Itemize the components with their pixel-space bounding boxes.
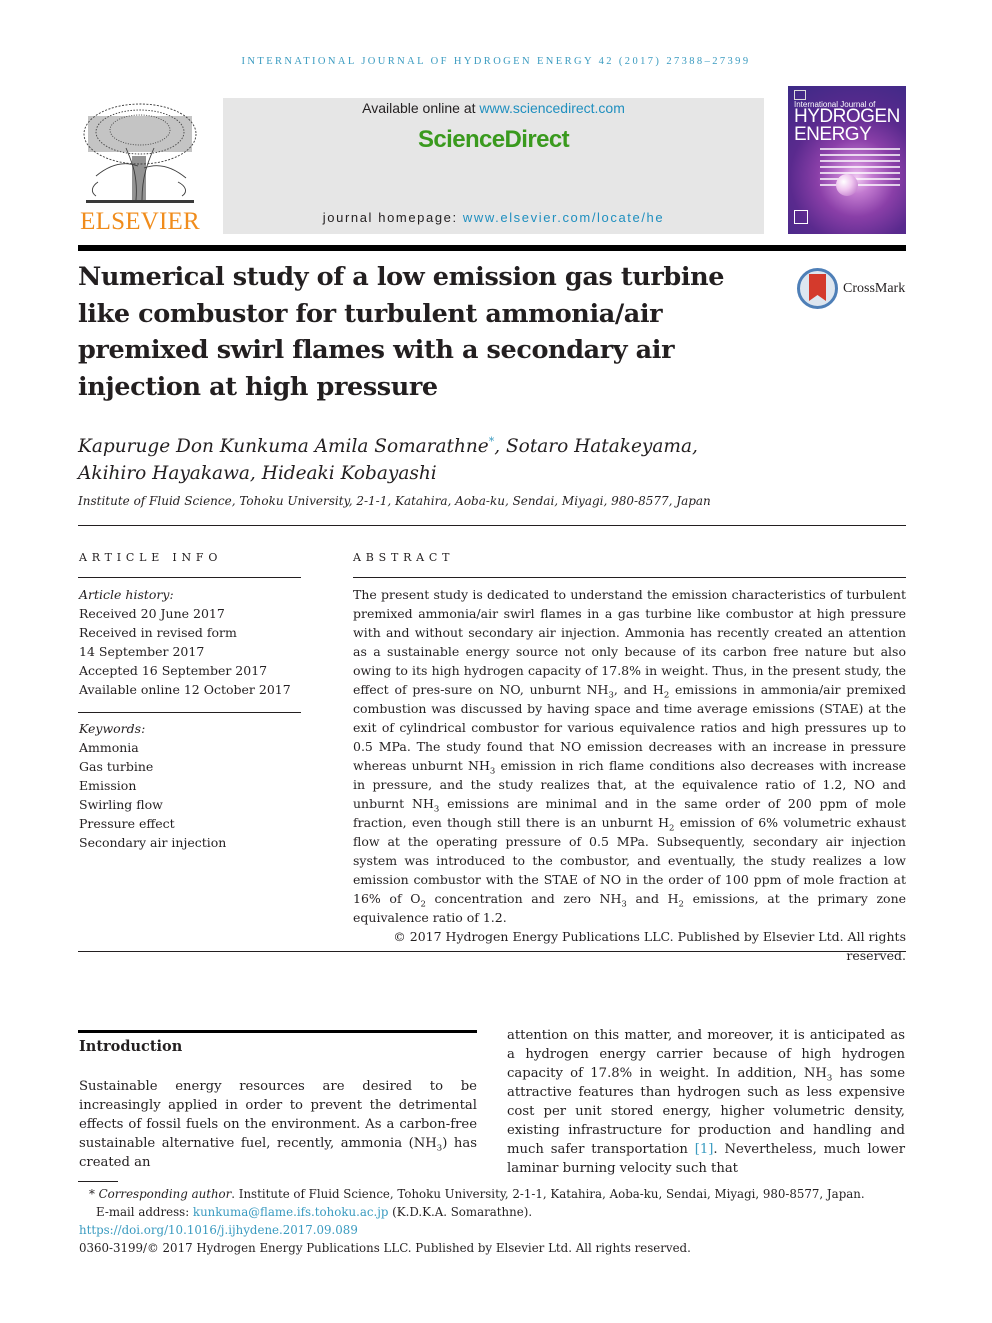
journal-homepage-link[interactable]: www.elsevier.com/locate/he — [463, 210, 664, 225]
affiliation-divider — [78, 525, 906, 526]
email-note: E-mail address: kunkuma@flame.ifs.tohoku… — [96, 1205, 533, 1219]
journal-cover-image[interactable]: International Journal of HYDROGEN ENERGY — [788, 86, 906, 234]
elsevier-wordmark: ELSEVIER — [80, 208, 200, 235]
sciencedirect-logo[interactable]: ScienceDirect — [223, 126, 764, 154]
doi-link[interactable]: https://doi.org/10.1016/j.ijhydene.2017.… — [79, 1223, 358, 1237]
journal-homepage-line: journal homepage: www.elsevier.com/locat… — [223, 210, 764, 225]
cover-publisher-badge-icon — [794, 90, 806, 100]
abstract-text: The present study is dedicated to unders… — [353, 587, 907, 925]
cover-title-main: HYDROGEN ENERGY — [794, 107, 900, 145]
history-item: 14 September 2017 — [79, 644, 205, 659]
running-head: International Journal of Hydrogen Energy… — [241, 56, 751, 67]
cover-ihe-badge-icon — [794, 210, 808, 224]
footnotes: * Corresponding author. Institute of Flu… — [79, 1185, 909, 1257]
abstract-heading: ABSTRACT — [353, 551, 455, 564]
history-item: Received in revised form — [79, 625, 237, 640]
introduction-heading: Introduction — [79, 1038, 183, 1055]
email-link[interactable]: kunkuma@flame.ifs.tohoku.ac.jp — [193, 1205, 389, 1219]
elsevier-tree-icon — [83, 103, 197, 203]
introduction-rule — [78, 1030, 477, 1033]
crossmark-label: CrossMark — [843, 281, 906, 296]
footnote-divider — [78, 1181, 118, 1182]
keyword-item: Gas turbine — [79, 759, 154, 774]
author-names-rest: , Sotaro Hatakeyama, — [494, 436, 698, 457]
sciencedirect-banner: Available online at www.sciencedirect.co… — [223, 98, 764, 234]
keyword-item: Pressure effect — [79, 816, 175, 831]
crossmark-button[interactable]: CrossMark — [797, 268, 909, 310]
available-online-line: Available online at www.sciencedirect.co… — [223, 100, 764, 116]
keyword-item: Secondary air injection — [79, 835, 227, 850]
journal-homepage-label: journal homepage: — [322, 210, 463, 225]
abstract-bottom-divider — [78, 951, 906, 952]
abstract-copyright: © 2017 Hydrogen Energy Publications LLC.… — [393, 929, 906, 963]
reference-link[interactable]: [1] — [695, 1142, 714, 1157]
article-history: Article history: Received 20 June 2017 R… — [79, 585, 291, 699]
cover-editor-lines — [820, 148, 900, 190]
author-list: Kapuruge Don Kunkuma Amila Somarathne*, … — [78, 433, 778, 487]
cover-orb-graphic — [836, 174, 858, 196]
available-online-label: Available online at — [362, 100, 480, 116]
introduction-right-column: attention on this matter, and moreover, … — [507, 1028, 905, 1176]
history-item: Received 20 June 2017 — [79, 606, 225, 621]
keyword-item: Emission — [79, 778, 137, 793]
introduction-left-column: Sustainable energy resources are desired… — [79, 1079, 477, 1170]
keywords-list: Keywords: Ammonia Gas turbine Emission S… — [79, 719, 226, 852]
abstract-body: The present study is dedicated to unders… — [353, 585, 906, 965]
sciencedirect-link[interactable]: www.sciencedirect.com — [479, 100, 625, 116]
author-name[interactable]: Kapuruge Don Kunkuma Amila Somarathne — [78, 436, 489, 457]
history-item: Accepted 16 September 2017 — [79, 663, 268, 678]
keywords-divider — [78, 712, 301, 713]
paper-title: Numerical study of a low emission gas tu… — [78, 262, 725, 402]
article-info-divider — [78, 577, 301, 578]
elsevier-logo[interactable]: ELSEVIER — [78, 96, 202, 236]
corresponding-author-note: * Corresponding author. Institute of Flu… — [89, 1187, 865, 1201]
keyword-item: Swirling flow — [79, 797, 163, 812]
abstract-divider — [353, 577, 906, 578]
article-info-heading: ARTICLE INFO — [79, 551, 223, 564]
affiliation: Institute of Fluid Science, Tohoku Unive… — [78, 494, 711, 508]
author-names-line2: Akihiro Hayakawa, Hideaki Kobayashi — [78, 463, 437, 484]
article-history-label: Article history: — [79, 587, 174, 602]
header-divider — [78, 245, 906, 251]
keywords-label: Keywords: — [79, 721, 146, 736]
history-item: Available online 12 October 2017 — [79, 682, 291, 697]
issn-line: 0360-3199/© 2017 Hydrogen Energy Publica… — [79, 1241, 691, 1255]
keyword-item: Ammonia — [79, 740, 139, 755]
cover-title-line3: ENERGY — [794, 124, 872, 145]
